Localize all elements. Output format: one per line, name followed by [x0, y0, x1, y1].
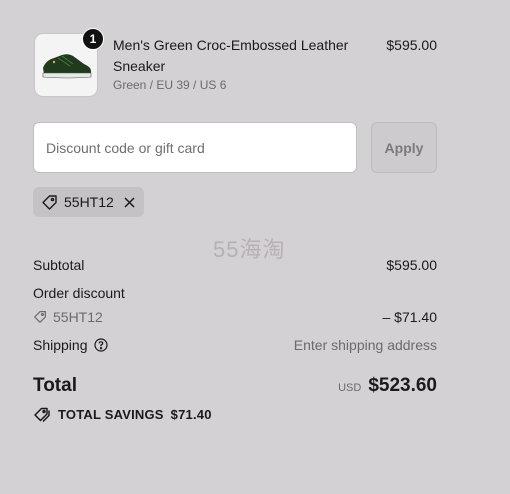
order-discount-label: Order discount [33, 285, 125, 301]
total-value: $523.60 [368, 375, 437, 396]
sneaker-image [42, 54, 92, 79]
currency-label: USD [338, 382, 362, 394]
total-label: Total [33, 375, 77, 396]
discount-code-input[interactable] [33, 122, 357, 173]
remove-discount-icon[interactable] [123, 196, 136, 209]
subtotal-value: $595.00 [386, 257, 437, 273]
tag-icon [41, 194, 58, 211]
order-discount-code: 55HT12 [33, 309, 103, 325]
product-variant: Green / EU 39 / US 6 [113, 78, 227, 92]
discount-value: – $71.40 [382, 309, 438, 325]
applied-code-label: 55HT12 [64, 194, 114, 210]
tags-icon [33, 406, 51, 423]
shipping-label: Shipping [33, 337, 88, 353]
savings-value: $71.40 [170, 407, 212, 422]
product-name: Men's Green Croc-Embossed Leather Sneake… [113, 37, 349, 74]
savings-label: TOTAL SAVINGS [58, 407, 164, 422]
quantity-badge: 1 [82, 28, 104, 50]
apply-button[interactable]: Apply [371, 122, 437, 173]
shipping-value: Enter shipping address [293, 337, 437, 353]
total-savings: TOTAL SAVINGS $71.40 [33, 406, 212, 423]
total-amount: USD $523.60 [338, 375, 437, 397]
product-price: $595.00 [386, 37, 437, 53]
tag-icon [33, 310, 47, 324]
watermark: 55海淘 [213, 237, 286, 262]
discount-code-label: 55HT12 [53, 309, 103, 325]
applied-discount-chip: 55HT12 [33, 187, 144, 217]
subtotal-label: Subtotal [33, 257, 85, 273]
help-icon[interactable] [93, 338, 108, 352]
shipping-row-label: Shipping [33, 337, 108, 353]
